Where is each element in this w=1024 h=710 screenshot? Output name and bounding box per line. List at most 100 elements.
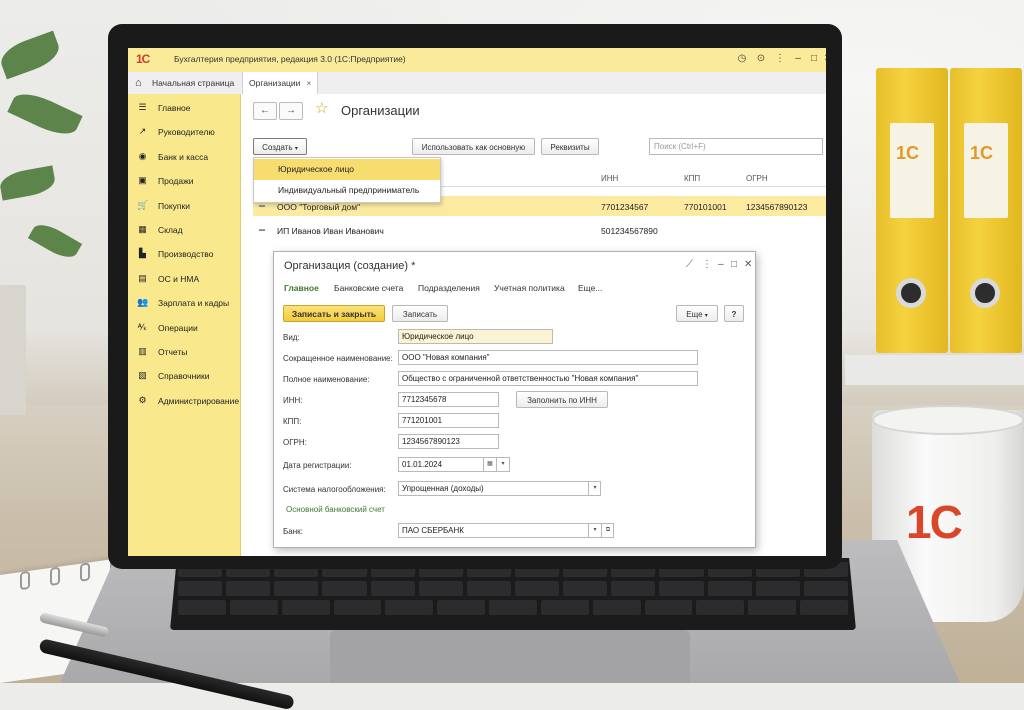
kpp-field[interactable]: 771201001 [398, 413, 499, 428]
sidebar-item-label: Производство [158, 249, 214, 260]
search-input[interactable]: Поиск (Ctrl+F) [649, 138, 823, 155]
details-button[interactable]: Реквизиты [541, 138, 599, 155]
sidebar-item[interactable]: ▧ Справочники [128, 367, 240, 385]
use-as-main-button[interactable]: Использовать как основную [412, 138, 535, 155]
create-dropdown-menu: Юридическое лицо Индивидуальный предприн… [253, 157, 441, 203]
app-screen: 1С Бухгалтерия предприятия, редакция 3.0… [128, 48, 826, 556]
calendar-icon[interactable]: ▦ [483, 458, 496, 471]
sidebar-item[interactable]: 👥 Зарплата и кадры [128, 294, 240, 312]
reports-icon: ▥ [138, 346, 147, 356]
sidebar-item[interactable]: ⚙ Администрирование [128, 392, 240, 410]
forward-button[interactable]: → [279, 102, 303, 120]
chevron-down-icon[interactable]: ▾ [588, 482, 601, 495]
sidebar-item-label: Отчеты [158, 347, 188, 357]
tax-system-value: Упрощенная (доходы) [402, 484, 484, 493]
minimize-icon[interactable]: – [718, 259, 724, 270]
inn-field[interactable]: 7712345678 [398, 392, 499, 407]
bank-select[interactable]: ПАО СБЕРБАНК ▾ ⧉ [398, 523, 614, 538]
sidebar-item[interactable]: ▙ Производство [128, 245, 240, 263]
row-kpp: 770101001 [684, 202, 727, 212]
tab-bank-accounts[interactable]: Банковские счета [334, 283, 403, 293]
label-bank: Банк: [283, 527, 303, 536]
key-row [178, 581, 848, 596]
ogrn-field[interactable]: 1234567890123 [398, 434, 499, 449]
sidebar-item[interactable]: ▥ Отчеты [128, 343, 240, 361]
notifications-icon[interactable]: ◷ [736, 53, 748, 65]
binder-label: 1С [890, 123, 934, 218]
chevron-down-icon[interactable]: ▾ [588, 524, 601, 537]
menu-item-entrepreneur[interactable]: Индивидуальный предприниматель [254, 180, 440, 201]
pin-icon[interactable]: ⟋ [686, 259, 693, 270]
organization-form-dialog: Организация (создание) * ⟋ ⋮ – □ ✕ Главн… [273, 251, 756, 548]
maximize-icon[interactable]: □ [808, 53, 820, 65]
sidebar-item-label: Банк и касса [158, 151, 209, 162]
notebook-ring [80, 562, 90, 582]
sidebar-item[interactable]: ▣ Продажи [128, 172, 240, 190]
key-row [178, 600, 848, 615]
column-ogrn[interactable]: ОГРН [746, 174, 768, 183]
kind-field[interactable]: Юридическое лицо [398, 329, 553, 344]
help-icon[interactable]: ⊙ [755, 53, 767, 65]
menu-icon[interactable]: ⋮ [702, 259, 712, 270]
create-button[interactable]: Создать ▾ [253, 138, 307, 155]
open-icon[interactable]: ⧉ [601, 524, 614, 537]
table-row[interactable]: ▬ ИП Иванов Иван Иванович 501234567890 [253, 220, 826, 240]
sidebar-item[interactable]: ▤ ОС и НМА [128, 270, 240, 288]
sidebar: ☰ Главное ↗ Руководителю ◉ Банк и касса ▣ Прода… [128, 94, 241, 556]
operations-icon: ᴬ⁄ₖ [137, 321, 148, 332]
sidebar-item-label: Справочники [158, 371, 210, 382]
tab-more[interactable]: Еще... [578, 283, 602, 293]
back-button[interactable]: ← [253, 102, 277, 120]
people-icon: 👥 [137, 297, 149, 308]
sidebar-item[interactable]: ◉ Банк и касса [128, 148, 240, 166]
row-name: ООО "Торговый дом" [277, 202, 361, 212]
help-button[interactable]: ? [724, 305, 744, 322]
sidebar-item-label: Администрирование [158, 395, 240, 406]
binder: 1С [950, 68, 1022, 353]
reg-date-field[interactable]: 01.01.2024 ▦ ▾ [398, 457, 510, 472]
sidebar-item-label: Зарплата и кадры [158, 298, 230, 309]
close-icon[interactable]: ✕ [822, 53, 826, 65]
close-tab-icon[interactable]: × [306, 78, 311, 88]
fill-by-inn-button[interactable]: Заполнить по ИНН [516, 391, 608, 408]
minimize-icon[interactable]: – [792, 53, 804, 65]
full-name-field[interactable]: Общество с ограниченной ответственностью… [398, 371, 698, 386]
chevron-down-icon[interactable]: ▾ [496, 458, 509, 471]
favorite-star-icon[interactable]: ☆ [315, 99, 328, 117]
sidebar-item[interactable]: ↗ Руководителю [128, 123, 240, 141]
more-button[interactable]: Еще ▾ [676, 305, 718, 322]
sidebar-item[interactable]: ▦ Склад [128, 221, 240, 239]
tab-organizations-label: Организации [249, 78, 301, 88]
label-inn: ИНН: [283, 396, 303, 405]
maximize-icon[interactable]: □ [731, 259, 737, 270]
menu-item-label: Индивидуальный предприниматель [278, 185, 420, 195]
chevron-down-icon: ▾ [294, 146, 298, 152]
sidebar-item[interactable]: 🛒 Покупки [128, 197, 240, 215]
row-ogrn: 1234567890123 [746, 202, 808, 212]
label-ogrn: ОГРН: [283, 438, 307, 447]
tax-system-select[interactable]: Упрощенная (доходы) ▾ [398, 481, 601, 496]
column-kpp[interactable]: КПП [684, 174, 700, 183]
tab-main[interactable]: Главное [284, 283, 319, 293]
title-bar: 1С Бухгалтерия предприятия, редакция 3.0… [128, 48, 826, 73]
home-icon[interactable]: ⌂ [135, 77, 142, 89]
sidebar-item-label: Склад [158, 225, 183, 235]
sidebar-item[interactable]: ☰ Главное [128, 99, 240, 117]
sidebar-item-label: Руководителю [158, 127, 215, 138]
touchpad [330, 630, 690, 683]
save-button[interactable]: Записать [392, 305, 448, 322]
sidebar-item[interactable]: ᴬ⁄ₖ Операции [128, 319, 240, 337]
close-icon[interactable]: ✕ [744, 259, 752, 270]
save-and-close-button[interactable]: Записать и закрыть [283, 305, 385, 322]
bag-icon: ▣ [138, 175, 147, 186]
short-name-field[interactable]: ООО "Новая компания" [398, 350, 698, 365]
tab-departments[interactable]: Подразделения [418, 283, 480, 293]
assets-icon: ▤ [138, 272, 147, 283]
menu-icon[interactable]: ⋮ [774, 53, 786, 65]
tab-accounting-policy[interactable]: Учетная политика [494, 283, 565, 293]
tab-organizations[interactable]: Организации × [242, 72, 319, 94]
menu-item-label: Юридическое лицо [278, 164, 355, 174]
column-inn[interactable]: ИНН [601, 174, 618, 183]
menu-item-legal-entity[interactable]: Юридическое лицо [254, 159, 440, 180]
tab-home[interactable]: Начальная страница [152, 78, 234, 88]
